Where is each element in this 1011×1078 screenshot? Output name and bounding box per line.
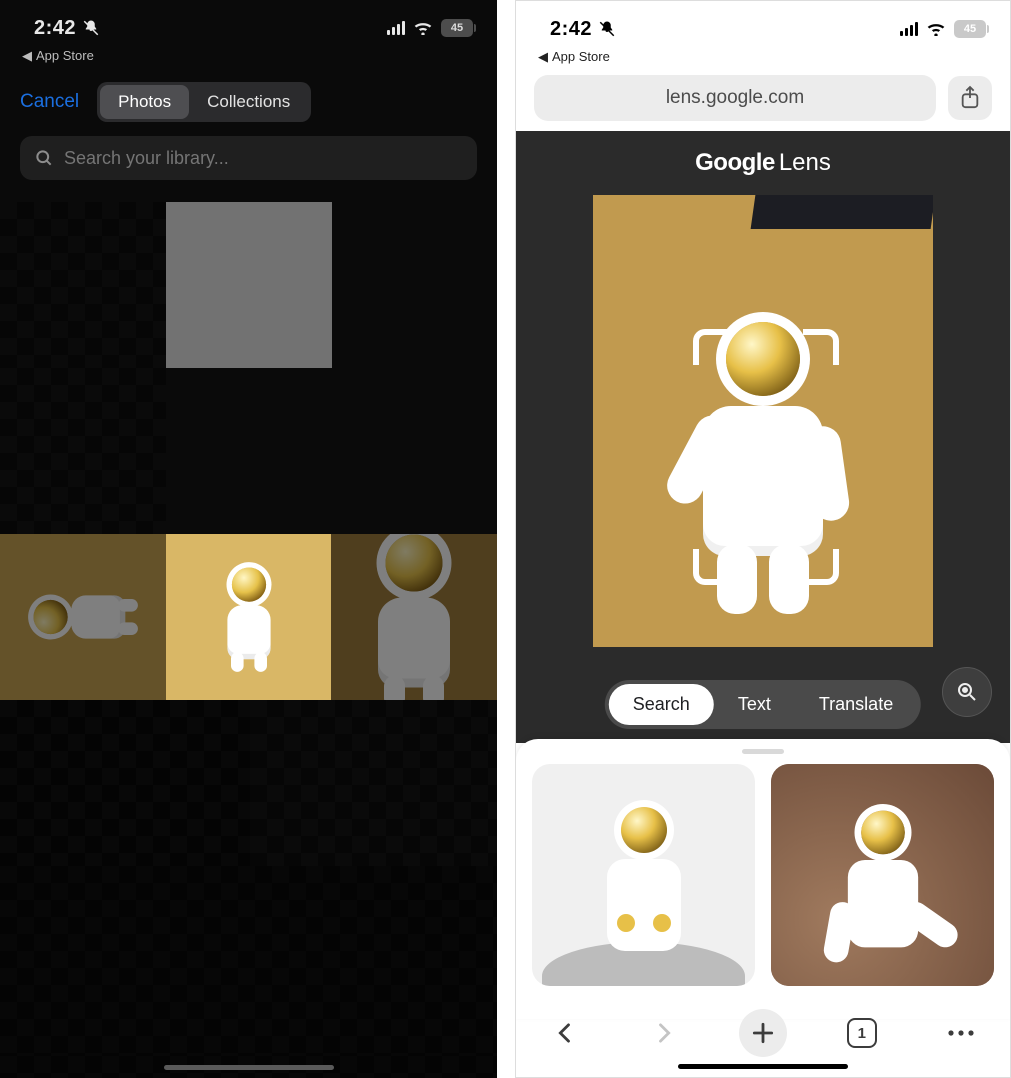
safari-toolbar: 1 [516, 1001, 1010, 1065]
logo-lens-text: Lens [779, 149, 831, 176]
clock-text: 2:42 [34, 17, 76, 40]
crop-handle-bl[interactable] [693, 549, 729, 585]
cancel-button[interactable]: Cancel [20, 91, 79, 113]
clock-text: 2:42 [550, 18, 592, 41]
photo-thumb-blurred[interactable] [0, 368, 166, 534]
lens-search-accent-button[interactable] [942, 667, 992, 717]
crop-handle-tl[interactable] [693, 329, 729, 365]
photo-thumb-astronaut-selected[interactable] [166, 534, 332, 700]
photo-grid[interactable] [0, 202, 497, 1078]
home-indicator[interactable] [678, 1064, 848, 1069]
tabs-count: 1 [858, 1025, 866, 1042]
cellular-icon [387, 21, 405, 35]
picker-segmented-control: Photos Collections [97, 82, 311, 122]
status-time: 2:42 [550, 18, 616, 41]
photo-thumb-blurred[interactable] [0, 866, 497, 1056]
google-lens-logo: GoogleLens [516, 149, 1010, 177]
new-tab-button[interactable] [739, 1009, 787, 1057]
result-card[interactable] [771, 764, 994, 986]
back-app-label: App Store [552, 49, 610, 64]
mode-text[interactable]: Text [714, 684, 795, 725]
mode-translate[interactable]: Translate [795, 684, 917, 725]
astronaut-figure-icon [217, 568, 280, 667]
back-to-app-link[interactable]: ◀ App Store [516, 49, 1010, 65]
nav-back-button[interactable] [541, 1009, 589, 1057]
share-button[interactable] [948, 76, 992, 120]
result-cards-row [532, 764, 994, 986]
tabs-button[interactable]: 1 [838, 1009, 886, 1057]
back-triangle-icon: ◀ [22, 48, 32, 64]
browser-url-row: lens.google.com [516, 65, 1010, 121]
photo-thumb-astronaut-close[interactable] [331, 534, 497, 700]
photo-thumb-blurred[interactable] [0, 202, 166, 368]
photo-thumb-blurred[interactable] [0, 700, 250, 866]
mode-search[interactable]: Search [609, 684, 714, 725]
status-bar-left: 2:42 45 [0, 0, 497, 52]
silent-bell-icon [82, 19, 100, 37]
photos-picker-screen: 2:42 45 ◀ App Store Cancel Photos Collect… [0, 0, 497, 1078]
status-right-icons: 45 [387, 19, 473, 37]
back-to-app-link[interactable]: ◀ App Store [0, 48, 497, 64]
segment-collections[interactable]: Collections [189, 85, 308, 119]
url-domain-text: lens.google.com [666, 87, 804, 109]
google-lens-screen: 2:42 45 ◀ App Store lens.google.com Googl… [515, 0, 1011, 1078]
more-menu-button[interactable] [937, 1009, 985, 1057]
library-search-input[interactable] [64, 148, 463, 169]
cellular-icon [900, 22, 918, 36]
photo-thumb-blurred[interactable] [250, 700, 497, 866]
nav-forward-button[interactable] [640, 1009, 688, 1057]
crop-handle-tr[interactable] [803, 329, 839, 365]
crop-handle-br[interactable] [803, 549, 839, 585]
status-time: 2:42 [34, 17, 100, 40]
status-right-icons: 45 [900, 20, 986, 38]
astronaut-figure-icon [33, 586, 132, 649]
astronaut-figure-icon [607, 807, 681, 951]
status-bar-right: 2:42 45 [516, 1, 1010, 53]
wifi-icon [413, 20, 433, 36]
lens-mode-selector: Search Text Translate [605, 680, 921, 729]
url-bar[interactable]: lens.google.com [534, 75, 936, 121]
photo-thumb-blurred[interactable] [166, 202, 332, 368]
logo-google-text: Google [695, 149, 775, 176]
back-app-label: App Store [36, 48, 94, 63]
picker-header: Cancel Photos Collections [0, 64, 497, 136]
photo-thumb-astronaut-side[interactable] [0, 534, 166, 700]
photo-row-astronaut [0, 534, 497, 700]
lens-viewer-area: GoogleLens Search Text Translate [516, 131, 1010, 743]
astronaut-figure-icon [847, 811, 917, 948]
battery-indicator: 45 [954, 20, 986, 38]
drag-handle[interactable] [742, 749, 784, 754]
battery-indicator: 45 [441, 19, 473, 37]
lens-results-panel[interactable] [516, 739, 1010, 1019]
astronaut-figure-icon [362, 535, 467, 700]
silent-bell-icon [598, 20, 616, 38]
wifi-icon [926, 21, 946, 37]
segment-photos[interactable]: Photos [100, 85, 189, 119]
home-indicator[interactable] [164, 1065, 334, 1070]
screenshot-divider [497, 0, 515, 1078]
library-search-bar[interactable] [20, 136, 477, 180]
search-icon [34, 148, 54, 168]
lens-uploaded-image[interactable] [593, 195, 933, 647]
result-card[interactable] [532, 764, 755, 986]
back-triangle-icon: ◀ [538, 49, 548, 65]
image-dark-edge [751, 195, 933, 229]
